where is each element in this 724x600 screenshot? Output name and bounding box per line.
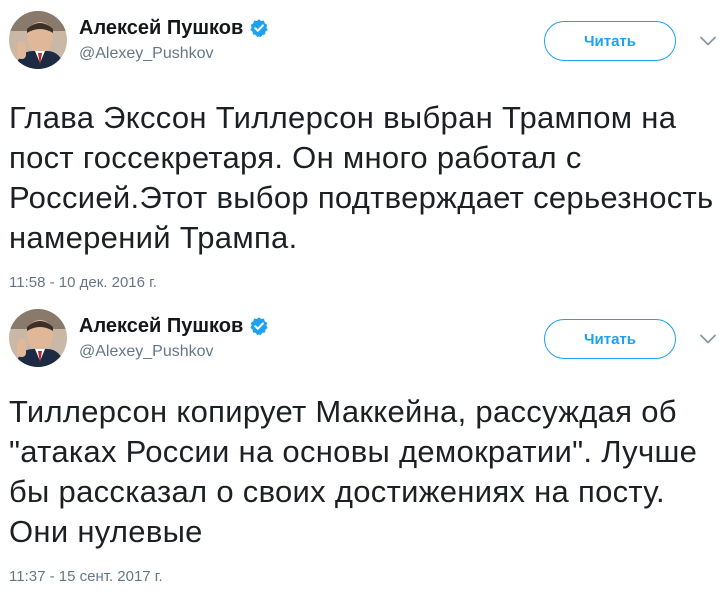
author-row: Алексей Пушков: [79, 14, 269, 42]
verified-badge-icon: [249, 18, 269, 38]
tweet-text: Глава Экссон Тиллерсон выбран Трампом на…: [9, 100, 714, 255]
avatar-photo: [9, 309, 67, 367]
tweet-timestamp[interactable]: 11:37 - 15 сент. 2017 г.: [9, 568, 163, 586]
chevron-down-icon[interactable]: [700, 36, 716, 46]
avatar[interactable]: [9, 309, 67, 367]
author-name[interactable]: Алексей Пушков: [79, 16, 243, 40]
author-row: Алексей Пушков: [79, 312, 269, 340]
avatar-photo: [9, 11, 67, 69]
author-handle[interactable]: @Alexey_Pushkov: [79, 44, 214, 64]
tweet-text: Тиллерсон копирует Маккейна, рассуждая о…: [9, 394, 698, 549]
follow-button[interactable]: Читать: [544, 319, 676, 359]
follow-button[interactable]: Читать: [544, 21, 676, 61]
author-handle[interactable]: @Alexey_Pushkov: [79, 342, 214, 362]
tweet-screenshot: Алексей Пушков @Alexey_Pushkov Читать Гл…: [0, 0, 724, 600]
tweet-1: Алексей Пушков @Alexey_Pushkov Читать Гл…: [0, 0, 724, 298]
avatar[interactable]: [9, 11, 67, 69]
author-name[interactable]: Алексей Пушков: [79, 314, 243, 338]
tweet-2: Алексей Пушков @Alexey_Pushkov Читать Ти…: [0, 298, 724, 600]
verified-badge-icon: [249, 316, 269, 336]
chevron-down-icon[interactable]: [700, 334, 716, 344]
tweet-timestamp[interactable]: 11:58 - 10 дек. 2016 г.: [9, 274, 157, 292]
